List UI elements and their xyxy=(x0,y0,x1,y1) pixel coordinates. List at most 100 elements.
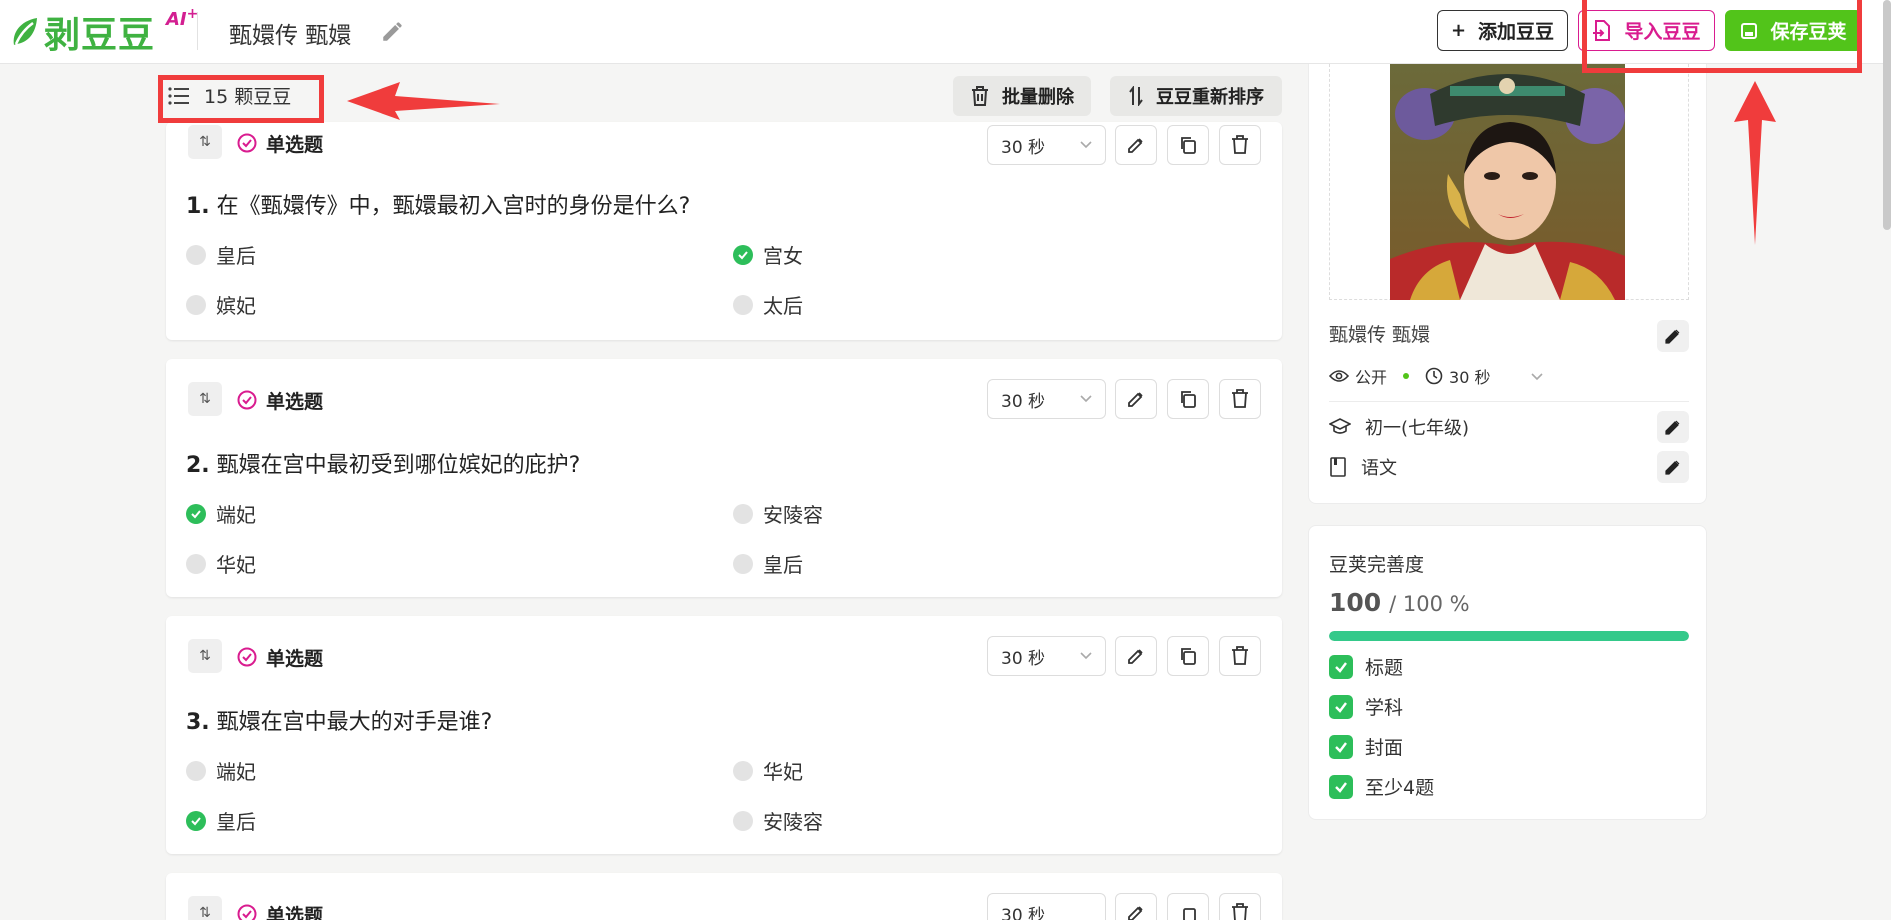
drag-handle[interactable]: ⇅ xyxy=(188,125,222,159)
pencil-icon xyxy=(1128,138,1143,153)
question-type: 单选题 xyxy=(266,905,324,920)
page-scrollbar[interactable] xyxy=(1883,0,1891,230)
radio-icon xyxy=(733,553,753,574)
trash-icon xyxy=(972,86,988,106)
completeness-progress-fill xyxy=(1329,631,1689,641)
question-card[interactable]: ⇅ 单选题 30 秒 2. 甄嬛在宫中最初受到哪位嫔妃的庇护? 端妃 安陵容 华… xyxy=(166,359,1282,597)
delete-question-button[interactable] xyxy=(1219,125,1261,165)
radio-icon xyxy=(733,760,753,781)
pencil-icon xyxy=(1128,906,1143,920)
pencil-icon xyxy=(1665,329,1680,344)
panel-divider xyxy=(1329,401,1689,402)
duplicate-question-button[interactable] xyxy=(1167,379,1209,419)
batch-delete-button[interactable]: 批量删除 xyxy=(953,76,1091,116)
logo-text: 剥豆豆 xyxy=(44,15,156,56)
radio-icon xyxy=(733,294,753,315)
trash-icon xyxy=(1232,135,1248,154)
duplicate-question-button[interactable] xyxy=(1167,636,1209,676)
radio-icon xyxy=(186,244,206,265)
header-divider xyxy=(197,12,198,50)
delete-question-button[interactable] xyxy=(1219,893,1261,920)
plus-icon: + xyxy=(1450,20,1467,41)
check-circle-icon xyxy=(237,390,257,410)
check-circle-icon xyxy=(237,133,257,153)
chevron-down-icon[interactable] xyxy=(1530,369,1544,383)
pencil-icon xyxy=(1665,420,1680,435)
question-card[interactable]: ⇅ 单选题 30 秒 1. 在《甄嬛传》中，甄嬛最初入宫时的身份是什么? 皇后 … xyxy=(166,122,1282,340)
separator-dot xyxy=(1403,373,1410,379)
annotation-arrow-up xyxy=(1734,81,1776,245)
check-icon xyxy=(1329,734,1353,759)
copy-icon xyxy=(1181,137,1196,154)
pencil-icon xyxy=(1128,392,1143,407)
cover-image[interactable] xyxy=(1390,64,1625,300)
clock-icon xyxy=(1425,367,1443,385)
check-circle-icon xyxy=(237,904,257,920)
option-item[interactable]: 嫔妃 xyxy=(186,290,256,319)
option-item[interactable]: 华妃 xyxy=(186,549,256,578)
edit-subject-button[interactable] xyxy=(1657,451,1689,483)
time-select[interactable]: 30 秒 xyxy=(987,636,1106,676)
question-type: 单选题 xyxy=(266,134,324,156)
question-text: 1. 在《甄嬛传》中，甄嬛最初入宫时的身份是什么? xyxy=(186,194,691,219)
drag-handle[interactable]: ⇅ xyxy=(188,896,222,920)
checklist-item: 至少4题 xyxy=(1329,773,1434,800)
checklist-item: 标题 xyxy=(1329,653,1403,680)
check-icon xyxy=(1329,694,1353,719)
option-item[interactable]: 太后 xyxy=(733,290,803,319)
completeness-panel: 豆荚完善度 100 / 100 % 标题 学科 封面 至少4题 xyxy=(1308,525,1707,820)
check-circle-icon xyxy=(237,647,257,667)
graduation-cap-icon xyxy=(1329,418,1351,434)
checklist-item: 封面 xyxy=(1329,733,1403,760)
edit-question-button[interactable] xyxy=(1115,893,1157,920)
pencil-icon xyxy=(1665,460,1680,475)
chevron-down-icon xyxy=(1080,395,1092,403)
app-logo[interactable]: 剥豆豆 AI+ xyxy=(10,6,198,56)
default-time-value[interactable]: 30 秒 xyxy=(1449,364,1490,388)
question-card[interactable]: ⇅ 单选题 30 秒 xyxy=(166,873,1282,920)
edit-question-button[interactable] xyxy=(1115,636,1157,676)
eye-icon xyxy=(1329,370,1349,382)
delete-question-button[interactable] xyxy=(1219,636,1261,676)
visibility-value[interactable]: 公开 xyxy=(1355,364,1387,388)
cover-area[interactable] xyxy=(1329,64,1689,300)
edit-question-button[interactable] xyxy=(1115,379,1157,419)
duplicate-question-button[interactable] xyxy=(1167,893,1209,920)
option-item-correct[interactable]: 皇后 xyxy=(186,806,256,835)
trash-icon xyxy=(1232,903,1248,920)
add-question-button[interactable]: + 添加豆豆 xyxy=(1437,10,1568,51)
reorder-questions-button[interactable]: 豆豆重新排序 xyxy=(1110,76,1282,116)
drag-handle[interactable]: ⇅ xyxy=(188,639,222,673)
option-item[interactable]: 端妃 xyxy=(186,756,256,785)
checklist-item: 学科 xyxy=(1329,693,1403,720)
option-item[interactable]: 华妃 xyxy=(733,756,803,785)
option-item-correct[interactable]: 宫女 xyxy=(733,240,803,269)
option-item[interactable]: 皇后 xyxy=(733,549,803,578)
check-icon xyxy=(1329,774,1353,799)
edit-question-button[interactable] xyxy=(1115,125,1157,165)
delete-question-button[interactable] xyxy=(1219,379,1261,419)
question-text: 2. 甄嬛在宫中最初受到哪位嫔妃的庇护? xyxy=(186,453,581,478)
annotation-box-buttons xyxy=(1582,0,1862,73)
question-text: 3. 甄嬛在宫中最大的对手是谁? xyxy=(186,710,493,735)
duplicate-question-button[interactable] xyxy=(1167,125,1209,165)
option-item[interactable]: 安陵容 xyxy=(733,499,823,528)
option-item[interactable]: 安陵容 xyxy=(733,806,823,835)
edit-grade-button[interactable] xyxy=(1657,411,1689,443)
time-select[interactable]: 30 秒 xyxy=(987,379,1106,419)
question-type: 单选题 xyxy=(266,648,324,670)
document-title[interactable]: 甄嬛传 甄嬛 xyxy=(229,16,351,50)
option-item[interactable]: 皇后 xyxy=(186,240,256,269)
drag-handle[interactable]: ⇅ xyxy=(188,382,222,416)
book-icon xyxy=(1330,457,1346,477)
time-select[interactable]: 30 秒 xyxy=(987,125,1106,165)
question-card[interactable]: ⇅ 单选题 30 秒 3. 甄嬛在宫中最大的对手是谁? 端妃 华妃 皇后 安陵容 xyxy=(166,616,1282,854)
edit-title-button[interactable] xyxy=(1657,320,1689,352)
time-select[interactable]: 30 秒 xyxy=(987,893,1106,920)
pod-info-panel: 甄嬛传 甄嬛 公开 30 秒 初一(七年级) 语文 xyxy=(1308,64,1707,504)
pencil-icon[interactable] xyxy=(380,18,406,44)
pod-title: 甄嬛传 甄嬛 xyxy=(1329,324,1431,346)
copy-icon xyxy=(1181,391,1196,408)
option-item-correct[interactable]: 端妃 xyxy=(186,499,256,528)
pod-meta: 公开 30 秒 xyxy=(1329,364,1544,388)
